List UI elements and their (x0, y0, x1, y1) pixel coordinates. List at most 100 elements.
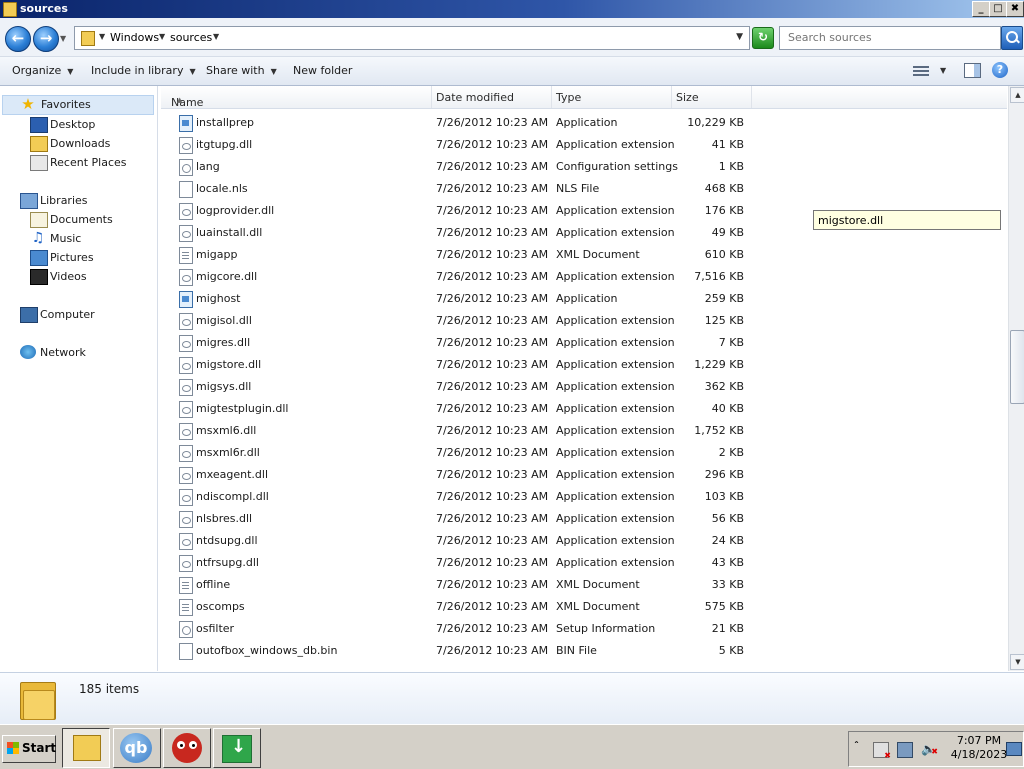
table-row[interactable]: migres.dll 7/26/2012 10:23 AM Application … (161, 332, 1007, 354)
chevron-right-icon[interactable]: ▼ (159, 32, 165, 41)
file-date-modified: 7/26/2012 10:23 AM (436, 270, 549, 283)
table-row[interactable]: mxeagent.dll 7/26/2012 10:23 AM Applicatio… (161, 464, 1007, 486)
volume-muted-icon[interactable]: 🔈 (921, 742, 938, 759)
table-row[interactable]: lang 7/26/2012 10:23 AM Configuration sett… (161, 156, 1007, 178)
show-desktop-icon[interactable] (1006, 742, 1022, 756)
table-row[interactable]: mighost 7/26/2012 10:23 AM Application 259 … (161, 288, 1007, 310)
new-folder-button[interactable]: New folder (293, 64, 352, 77)
network-icon (20, 345, 36, 359)
column-type[interactable]: Type (551, 86, 672, 108)
nav-libraries[interactable]: Libraries (20, 192, 150, 210)
dll-file-icon (179, 489, 193, 506)
help-icon[interactable]: ? (992, 62, 1008, 78)
table-row[interactable]: migstore.dll 7/26/2012 10:23 AM Applicatio… (161, 354, 1007, 376)
nav-downloads[interactable]: Downloads (30, 135, 150, 153)
file-name: itgtupg.dll (196, 138, 253, 151)
table-row[interactable]: ntfrsupg.dll 7/26/2012 10:23 AM Applicatio… (161, 552, 1007, 574)
maximize-button[interactable]: □ (989, 1, 1007, 17)
nav-music[interactable]: ♫ Music (30, 230, 150, 248)
taskbar-owl-app[interactable] (163, 728, 211, 768)
nav-computer[interactable]: Computer (20, 306, 150, 324)
file-type: Application (556, 292, 618, 305)
table-row[interactable]: ndiscompl.dll 7/26/2012 10:23 AM Applicati… (161, 486, 1007, 508)
column-date-modified[interactable]: Date modified (431, 86, 552, 108)
table-row[interactable]: msxml6.dll 7/26/2012 10:23 AM Application … (161, 420, 1007, 442)
nav-documents[interactable]: Documents (30, 211, 150, 229)
table-row[interactable]: msxml6r.dll 7/26/2012 10:23 AM Application… (161, 442, 1007, 464)
scroll-down-button[interactable]: ▼ (1010, 654, 1024, 670)
table-row[interactable]: migcore.dll 7/26/2012 10:23 AM Application… (161, 266, 1007, 288)
file-type: BIN File (556, 644, 597, 657)
clock[interactable]: 7:07 PM 4/18/2023 (949, 734, 1009, 762)
forward-button[interactable]: → (33, 26, 59, 52)
recent-pages-dropdown[interactable]: ▼ (60, 34, 66, 43)
view-details-icon[interactable] (913, 64, 929, 76)
search-box[interactable] (779, 26, 1001, 50)
table-row[interactable]: installprep 7/26/2012 10:23 AM Application… (161, 112, 1007, 134)
file-date-modified: 7/26/2012 10:23 AM (436, 248, 549, 261)
nav-network[interactable]: Network (20, 344, 150, 362)
taskbar-explorer[interactable] (62, 728, 110, 768)
chevron-right-icon[interactable]: ▼ (99, 32, 105, 41)
chevron-right-icon[interactable]: ▼ (213, 32, 219, 41)
organize-button[interactable]: Organize ▼ (12, 64, 73, 77)
dll-file-icon (179, 357, 193, 374)
chevron-down-icon[interactable]: ▼ (940, 66, 946, 75)
table-row[interactable]: locale.nls 7/26/2012 10:23 AM NLS File 468 … (161, 178, 1007, 200)
file-date-modified: 7/26/2012 10:23 AM (436, 380, 549, 393)
table-row[interactable]: outofbox_windows_db.bin 7/26/2012 10:23 A… (161, 640, 1007, 662)
chevron-up-icon[interactable]: ˆ (854, 741, 859, 752)
file-name: osfilter (196, 622, 235, 635)
table-row[interactable]: migtestplugin.dll 7/26/2012 10:23 AM Appli… (161, 398, 1007, 420)
vertical-scrollbar[interactable]: ▲ ▼ (1008, 86, 1024, 671)
file-name: offline (196, 578, 231, 591)
network-status-icon[interactable] (897, 742, 913, 758)
taskbar-download-app[interactable] (213, 728, 261, 768)
address-bar[interactable]: ▼ Windows ▼ sources ▼ ▼ (74, 26, 750, 50)
preview-pane-icon[interactable] (964, 63, 981, 78)
nav-videos[interactable]: Videos (30, 268, 150, 286)
search-button[interactable] (1001, 26, 1023, 50)
scroll-up-button[interactable]: ▲ (1010, 87, 1024, 103)
nav-favorites[interactable]: ★ Favorites (2, 95, 154, 115)
title-bar[interactable]: sources _ □ ✖ (0, 0, 1024, 18)
table-row[interactable]: osfilter 7/26/2012 10:23 AM Setup Informat… (161, 618, 1007, 640)
nav-pictures[interactable]: Pictures (30, 249, 150, 267)
back-button[interactable]: ← (5, 26, 31, 52)
pictures-icon (30, 250, 48, 266)
table-row-partial[interactable] (161, 670, 1007, 671)
dll-file-icon (179, 401, 193, 418)
share-with-button[interactable]: Share with ▼ (206, 64, 277, 77)
nav-desktop[interactable]: Desktop (30, 116, 150, 134)
breadcrumb-windows[interactable]: Windows (110, 31, 159, 44)
scroll-thumb[interactable] (1010, 330, 1024, 404)
column-name[interactable]: Name ▲ (161, 86, 432, 109)
breadcrumb-sources[interactable]: sources (170, 31, 212, 44)
file-type: Application extension (556, 424, 675, 437)
table-row[interactable]: ntdsupg.dll 7/26/2012 10:23 AM Application… (161, 530, 1007, 552)
navigation-pane: ★ Favorites Desktop Downloads Recent Pla… (0, 86, 158, 671)
table-row[interactable]: oscomps 7/26/2012 10:23 AM XML Document 575… (161, 596, 1007, 618)
close-button[interactable]: ✖ (1006, 1, 1024, 17)
chevron-down-icon[interactable]: ▼ (736, 32, 743, 42)
table-row[interactable]: migapp 7/26/2012 10:23 AM XML Document 610 … (161, 244, 1007, 266)
nav-recent-places[interactable]: Recent Places (30, 154, 150, 172)
videos-icon (30, 269, 48, 285)
table-row[interactable]: migsys.dll 7/26/2012 10:23 AM Application … (161, 376, 1007, 398)
refresh-button[interactable]: ↻ (752, 27, 774, 49)
cfg-file-icon (179, 621, 193, 638)
action-center-icon[interactable] (873, 742, 891, 760)
table-row[interactable]: itgtupg.dll 7/26/2012 10:23 AM Application… (161, 134, 1007, 156)
table-row[interactable]: offline 7/26/2012 10:23 AM XML Document 33 … (161, 574, 1007, 596)
table-row[interactable]: migisol.dll 7/26/2012 10:23 AM Application… (161, 310, 1007, 332)
minimize-button[interactable]: _ (972, 1, 990, 17)
dll-file-icon (179, 423, 193, 440)
include-in-library-button[interactable]: Include in library ▼ (91, 64, 196, 77)
table-row[interactable]: nlsbres.dll 7/26/2012 10:23 AM Application… (161, 508, 1007, 530)
taskbar-qbittorrent[interactable]: qb (113, 728, 161, 768)
column-size[interactable]: Size (671, 86, 752, 108)
file-name: logprovider.dll (196, 204, 275, 217)
start-button[interactable]: Start (2, 735, 56, 763)
search-input[interactable] (786, 30, 990, 45)
folder-icon (3, 2, 17, 17)
